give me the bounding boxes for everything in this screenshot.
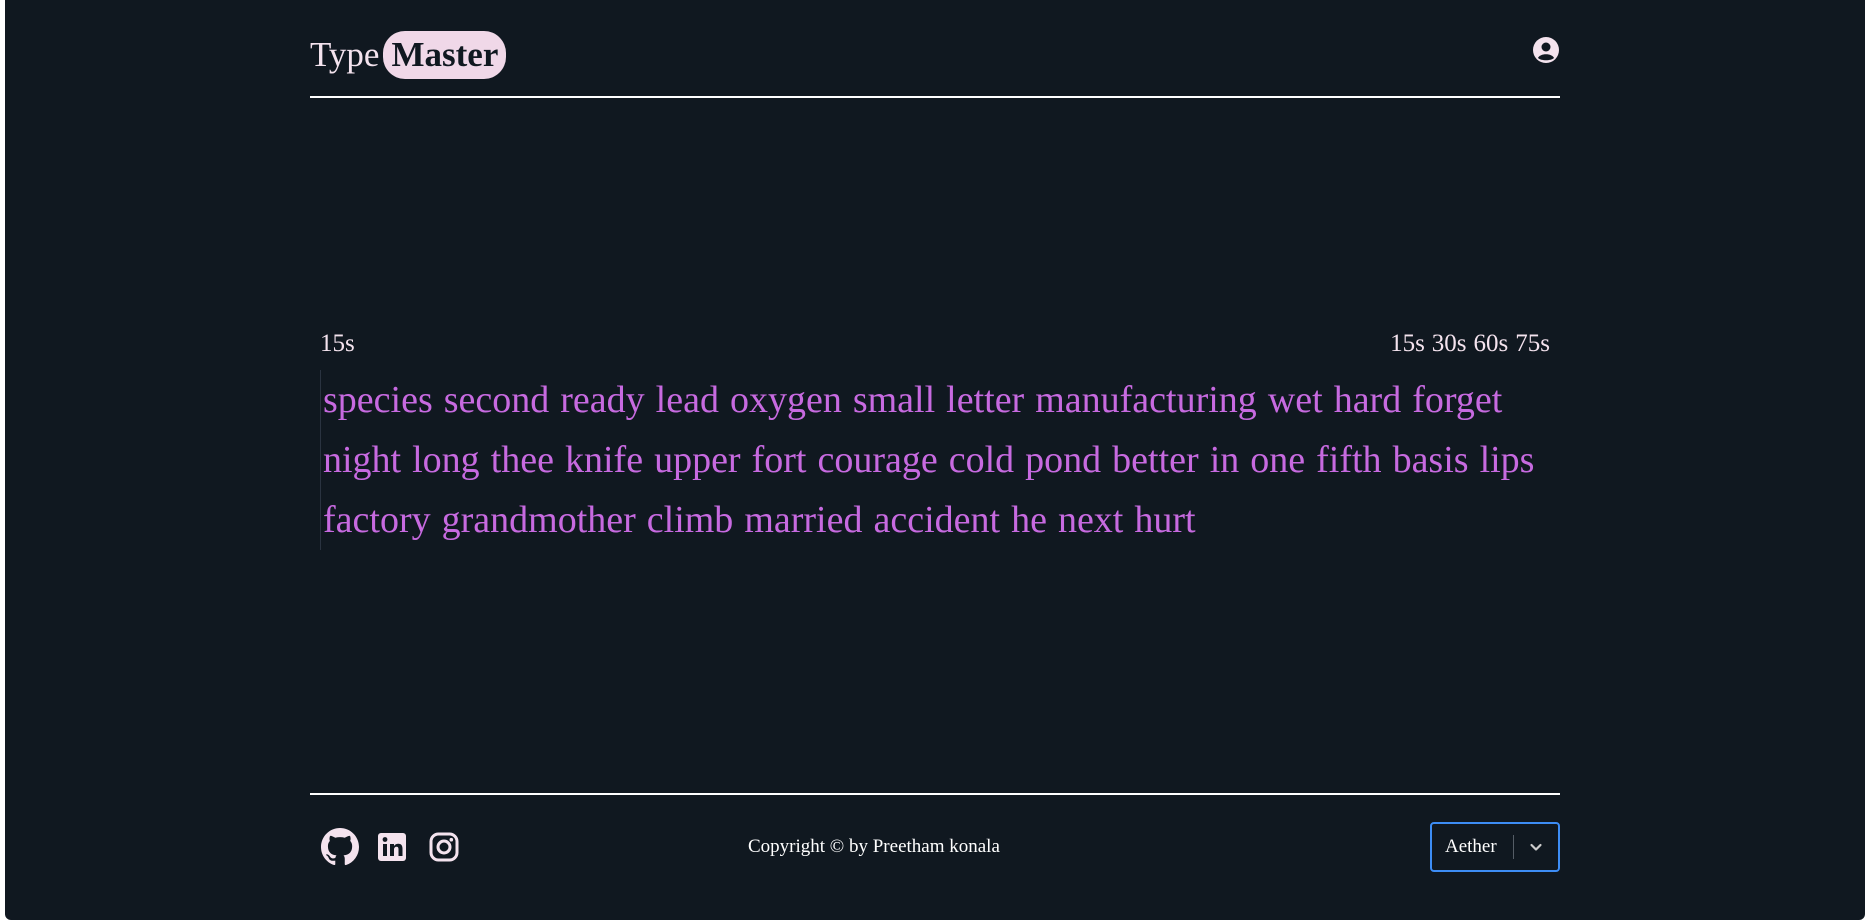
word: knife (564, 439, 644, 481)
theme-select[interactable]: Aether (1430, 822, 1560, 872)
word: hard (1333, 379, 1402, 421)
word: cold (948, 439, 1015, 481)
word: factory (323, 499, 431, 541)
social-links (321, 828, 463, 866)
word: grandmother (441, 499, 636, 541)
word: oxygen (729, 379, 842, 421)
linkedin-icon[interactable] (373, 828, 411, 866)
countdown-timer: 15s (320, 330, 355, 357)
theme-select-value: Aether (1445, 836, 1497, 857)
word: ready (560, 379, 645, 421)
word: lips (1479, 439, 1535, 481)
word: in (1209, 439, 1240, 481)
mode-30s[interactable]: 30s (1432, 330, 1467, 358)
word: better (1112, 439, 1199, 481)
word: forget (1412, 379, 1503, 421)
word: night (323, 439, 402, 481)
word: fort (751, 439, 807, 481)
word: small (852, 379, 936, 421)
word: letter (946, 379, 1025, 421)
word: species (323, 379, 433, 421)
word: long (412, 439, 480, 481)
github-icon[interactable] (321, 828, 359, 866)
logo-type-text: Type (310, 35, 380, 74)
main-container: Type Master 15s 15s 30s 60s 75s species s… (310, 0, 1560, 920)
footer: Copyright © by Preetham konala Aether (310, 793, 1560, 885)
typing-words-area[interactable]: species second ready lead oxygen small letter m… (320, 370, 1553, 550)
word: accident (873, 499, 1001, 541)
word: basis (1392, 439, 1469, 481)
mode-75s[interactable]: 75s (1515, 330, 1550, 358)
header: Type Master (310, 0, 1560, 98)
logo-master-pill: Master (383, 31, 507, 79)
word: second (443, 379, 550, 421)
mode-60s[interactable]: 60s (1474, 330, 1509, 358)
word: lead (655, 379, 719, 421)
word: one (1250, 439, 1306, 481)
word: upper (654, 439, 741, 481)
word: pond (1025, 439, 1102, 481)
word: thee (490, 439, 554, 481)
copyright-text: Copyright © by Preetham konala (748, 836, 1000, 857)
chevron-down-icon[interactable] (1514, 824, 1558, 870)
word: hurt (1134, 499, 1196, 541)
word: he (1011, 499, 1047, 541)
mode-15s[interactable]: 15s (1390, 330, 1425, 358)
word: fifth (1316, 439, 1382, 481)
user-circle-icon[interactable] (1532, 36, 1560, 64)
word: wet (1267, 379, 1323, 421)
instagram-icon[interactable] (425, 828, 463, 866)
word: manufacturing (1035, 379, 1257, 421)
word: married (744, 499, 863, 541)
app-window: Type Master 15s 15s 30s 60s 75s species s… (5, 0, 1865, 920)
word: next (1057, 499, 1124, 541)
word: courage (817, 439, 938, 481)
time-mode-options: 15s 30s 60s 75s (1390, 330, 1550, 358)
logo: Type Master (310, 31, 507, 79)
word: climb (646, 499, 734, 541)
